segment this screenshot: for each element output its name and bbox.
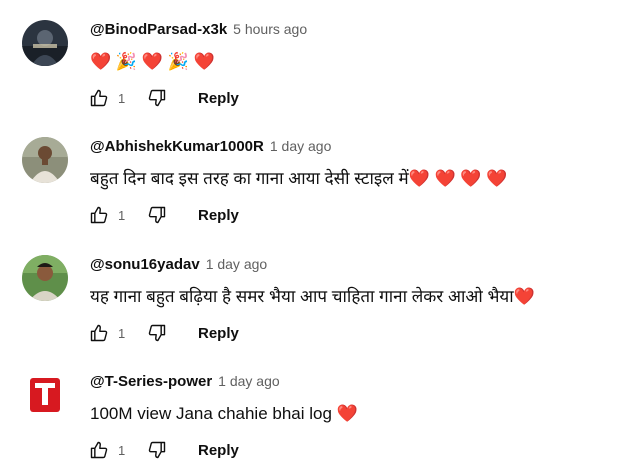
avatar[interactable]	[22, 137, 68, 183]
comment-text: 100M view Jana chahie bhai log ❤️	[90, 402, 358, 426]
comment-meta: @T-Series-power 1 day ago	[90, 373, 280, 393]
dislike-button[interactable]	[146, 439, 168, 461]
thumbs-down-icon	[147, 323, 167, 343]
comment-text: बहुत दिन बाद इस तरह का गाना आया देसी स्ट…	[90, 167, 507, 191]
comment-meta: @BinodParsad-x3k 5 hours ago	[90, 21, 307, 41]
like-button[interactable]	[88, 204, 110, 226]
thumbs-up-icon	[89, 323, 109, 343]
thumbs-down-icon	[147, 88, 167, 108]
comment-item: @T-Series-power 1 day ago 100M view Jana…	[0, 352, 630, 467]
comment-author[interactable]: @sonu16yadav	[90, 256, 200, 273]
thumbs-down-icon	[147, 205, 167, 225]
comment-item: @sonu16yadav 1 day ago यह गाना बहुत बढ़ि…	[0, 235, 630, 352]
comment-time[interactable]: 1 day ago	[218, 373, 280, 389]
reply-button[interactable]: Reply	[198, 90, 239, 107]
like-count: 1	[118, 91, 132, 106]
like-button[interactable]	[88, 322, 110, 344]
dark-portrait-avatar-icon	[22, 20, 68, 66]
avatar[interactable]	[22, 20, 68, 66]
like-button[interactable]	[88, 439, 110, 461]
avatar[interactable]	[22, 372, 68, 418]
comment-item: @AbhishekKumar1000R 1 day ago बहुत दिन ब…	[0, 117, 630, 234]
comment-time[interactable]: 1 day ago	[206, 256, 268, 272]
comment-actions: 1 Reply	[88, 321, 239, 345]
comment-time[interactable]: 5 hours ago	[233, 21, 307, 37]
reply-button[interactable]: Reply	[198, 207, 239, 224]
dislike-button[interactable]	[146, 322, 168, 344]
like-count: 1	[118, 326, 132, 341]
thumbs-up-icon	[89, 205, 109, 225]
comment-author[interactable]: @AbhishekKumar1000R	[90, 138, 264, 155]
comment-actions: 1 Reply	[88, 438, 239, 462]
man-photo-avatar-icon	[22, 137, 68, 183]
comment-item: @BinodParsad-x3k 5 hours ago ❤️ 🎉 ❤️ 🎉 ❤…	[0, 0, 630, 117]
thumbs-up-icon	[89, 88, 109, 108]
thumbs-down-icon	[147, 440, 167, 460]
dislike-button[interactable]	[146, 87, 168, 109]
comment-actions: 1 Reply	[88, 86, 239, 110]
like-count: 1	[118, 443, 132, 458]
reply-button[interactable]: Reply	[198, 325, 239, 342]
thumbs-up-icon	[89, 440, 109, 460]
comment-meta: @sonu16yadav 1 day ago	[90, 256, 267, 276]
comment-author[interactable]: @T-Series-power	[90, 373, 212, 390]
comment-time[interactable]: 1 day ago	[270, 138, 332, 154]
comments-list: @BinodParsad-x3k 5 hours ago ❤️ 🎉 ❤️ 🎉 ❤…	[0, 0, 630, 467]
comment-actions: 1 Reply	[88, 203, 239, 227]
avatar[interactable]	[22, 255, 68, 301]
like-count: 1	[118, 208, 132, 223]
comment-text: ❤️ 🎉 ❤️ 🎉 ❤️	[90, 50, 215, 74]
comment-text: यह गाना बहुत बढ़िया है समर भैया आप चाहित…	[90, 285, 535, 309]
man-green-photo-avatar-icon	[22, 255, 68, 301]
reply-button[interactable]: Reply	[198, 442, 239, 459]
like-button[interactable]	[88, 87, 110, 109]
t-series-logo-avatar-icon	[22, 372, 68, 418]
comment-meta: @AbhishekKumar1000R 1 day ago	[90, 138, 331, 158]
comment-author[interactable]: @BinodParsad-x3k	[90, 21, 227, 38]
dislike-button[interactable]	[146, 204, 168, 226]
